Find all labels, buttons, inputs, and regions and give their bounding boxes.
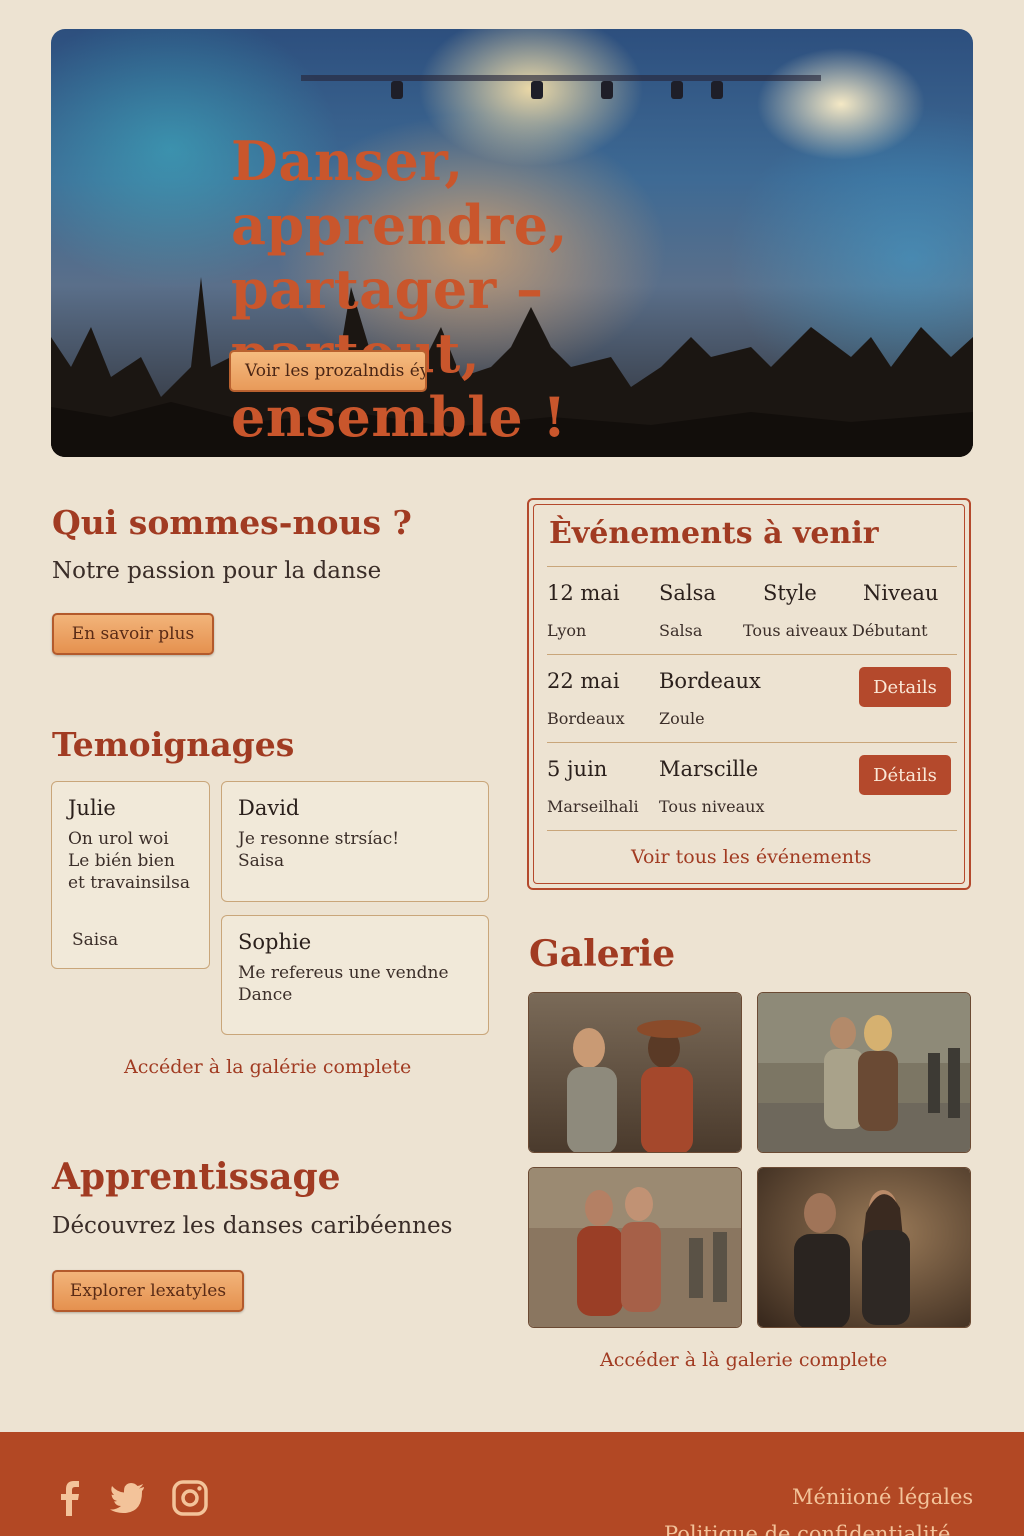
event-date: 22 mai [547, 669, 620, 693]
facebook-icon[interactable] [50, 1478, 90, 1518]
stage-truss [301, 75, 821, 81]
stage-light [711, 81, 723, 99]
programs-button[interactable]: Voir les prozalndis éy [229, 350, 427, 392]
stage-light [671, 81, 683, 99]
testimonial-text: On urol woi Le bién bien et travainsilsa [68, 829, 190, 893]
stage-light [601, 81, 613, 99]
testimonial-card: Julie On urol woi Le bién bien et travai… [51, 781, 210, 969]
explore-styles-button[interactable]: Explorer lexatyles [52, 1270, 244, 1312]
event-dance-sub: Salsa [659, 621, 703, 640]
testimonial-text: Je resonne strsíac! Saisa [238, 829, 400, 871]
event-row: 12 mai Lyon Salsa Salsa Style Tous aivea… [547, 566, 957, 654]
testimonial-text: Me refereus une vendne Dance [238, 963, 449, 1005]
legal-notice-link[interactable]: Méniioné légales [792, 1485, 973, 1509]
testimonial-card: David Je resonne strsíac! Saisa [221, 781, 489, 902]
hero-title: Danser, apprendre, partager – partout, e… [231, 129, 568, 449]
learning-subtitle: Découvrez les danses caribéennes [52, 1213, 453, 1239]
event-level: Tous niveaux [659, 797, 765, 816]
event-level-header: Niveau [863, 581, 939, 605]
event-date: 5 juin [547, 757, 608, 781]
all-events-link[interactable]: Voir tous les événements [631, 846, 871, 868]
gallery-photo[interactable] [757, 1167, 971, 1328]
testimonials-gallery-link[interactable]: Accéder à la galérie complete [124, 1056, 411, 1078]
event-date: 12 mai [547, 581, 620, 605]
event-level: Débutant [852, 621, 928, 640]
twitter-icon[interactable] [108, 1478, 148, 1518]
event-place: Marscille [659, 757, 759, 781]
hero-banner: Danser, apprendre, partager – partout, e… [51, 29, 973, 457]
stage-light [391, 81, 403, 99]
testimonial-tag: Saisa [72, 930, 119, 950]
testimonial-name: David [238, 796, 300, 820]
event-row: 5 juin Marseilhali Marscille Tous niveau… [547, 742, 957, 830]
gallery-photo[interactable] [757, 992, 971, 1153]
events-title: Èvénements à venir [549, 516, 879, 551]
privacy-policy-link[interactable]: Politique de confidentialité [664, 1522, 950, 1536]
events-panel: Èvénements à venir 12 mai Lyon Salsa Sal… [527, 498, 971, 890]
testimonial-name: Sophie [238, 930, 312, 954]
testimonials-title: Temoignages [52, 725, 295, 764]
event-details-button[interactable]: Details [859, 667, 951, 707]
event-city: Bordeaux [547, 709, 625, 728]
about-title: Qui sommes-nous ? [52, 503, 412, 542]
event-style: Tous aiveaux [743, 621, 848, 640]
learning-title: Apprentissage [52, 1156, 341, 1198]
divider [547, 830, 957, 831]
event-style-header: Style [763, 581, 817, 605]
gallery-photo[interactable] [528, 1167, 742, 1328]
gallery-link[interactable]: Accéder à là galerie complete [600, 1349, 887, 1371]
footer [0, 1432, 1024, 1536]
event-place: Bordeaux [659, 669, 761, 693]
event-dance: Salsa [659, 581, 716, 605]
event-details-button[interactable]: Détails [859, 755, 951, 795]
testimonial-name: Julie [68, 796, 116, 820]
event-row: 22 mai Bordeaux Bordeaux Zoule Details [547, 654, 957, 742]
instagram-icon[interactable] [170, 1478, 210, 1518]
event-city: Marseilhali [547, 797, 639, 816]
stage-light [531, 81, 543, 99]
gallery-photo[interactable] [528, 992, 742, 1153]
about-subtitle: Notre passion pour la danse [52, 558, 382, 584]
event-city: Lyon [547, 621, 587, 640]
event-dance: Zoule [659, 709, 705, 728]
learn-more-button[interactable]: En savoir plus [52, 613, 214, 655]
testimonial-card: Sophie Me refereus une vendne Dance [221, 915, 489, 1035]
gallery-title: Galerie [529, 933, 676, 975]
